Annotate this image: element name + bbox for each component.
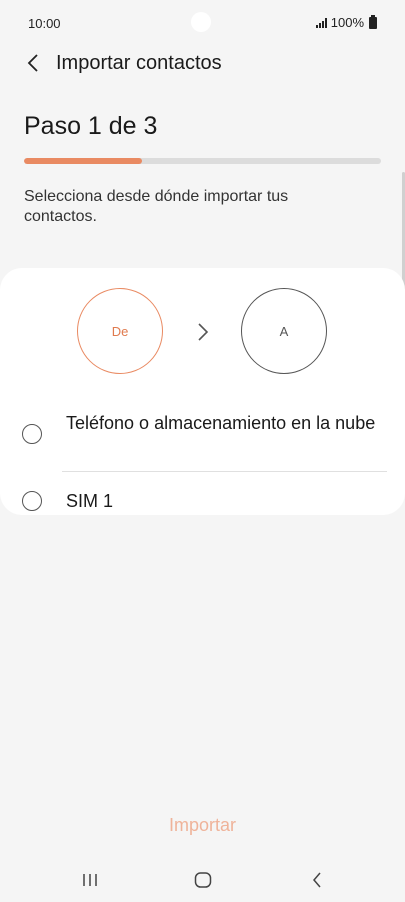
status-time: 10:00 [28, 16, 61, 31]
chevron-right-icon [198, 323, 209, 341]
back-icon [313, 872, 321, 888]
option-sim-1[interactable]: SIM 1 [0, 488, 405, 514]
step-progress-fill [24, 158, 142, 164]
from-circle: De [77, 288, 163, 374]
recents-button[interactable] [70, 866, 110, 894]
option-label: SIM 1 [66, 491, 114, 511]
to-label: A [279, 323, 289, 339]
home-button[interactable] [183, 866, 223, 894]
import-button[interactable]: Importar [140, 815, 265, 843]
option-phone-cloud[interactable]: Teléfono o almacenamiento en la nube [0, 410, 405, 466]
status-bar: 10:00 100% [0, 0, 405, 44]
source-selection-card: De A [0, 268, 405, 515]
radio-button[interactable] [22, 424, 42, 444]
system-nav-bar [0, 858, 405, 902]
recents-icon [83, 874, 97, 886]
to-circle: A [241, 288, 327, 374]
step-progress-bar [24, 158, 381, 164]
status-indicators: 100% [315, 14, 377, 30]
camera-cutout [191, 12, 211, 32]
instruction-text: Selecciona desde dónde importar tus cont… [24, 188, 289, 225]
home-icon [194, 872, 212, 888]
option-label: Teléfono o almacenamiento en la nube [66, 413, 376, 433]
signal-icon [315, 17, 328, 28]
battery-percent: 100% [330, 15, 364, 30]
from-label: De [111, 323, 129, 339]
nav-back-button[interactable] [297, 866, 337, 894]
page-title: Importar contactos [56, 52, 222, 74]
app-header: Importar contactos [0, 44, 405, 84]
back-button[interactable] [18, 46, 48, 80]
battery-icon [369, 14, 377, 29]
step-title: Paso 1 de 3 [24, 112, 158, 140]
chevron-left-icon [27, 54, 38, 72]
radio-button[interactable] [22, 491, 42, 511]
divider [62, 471, 387, 472]
